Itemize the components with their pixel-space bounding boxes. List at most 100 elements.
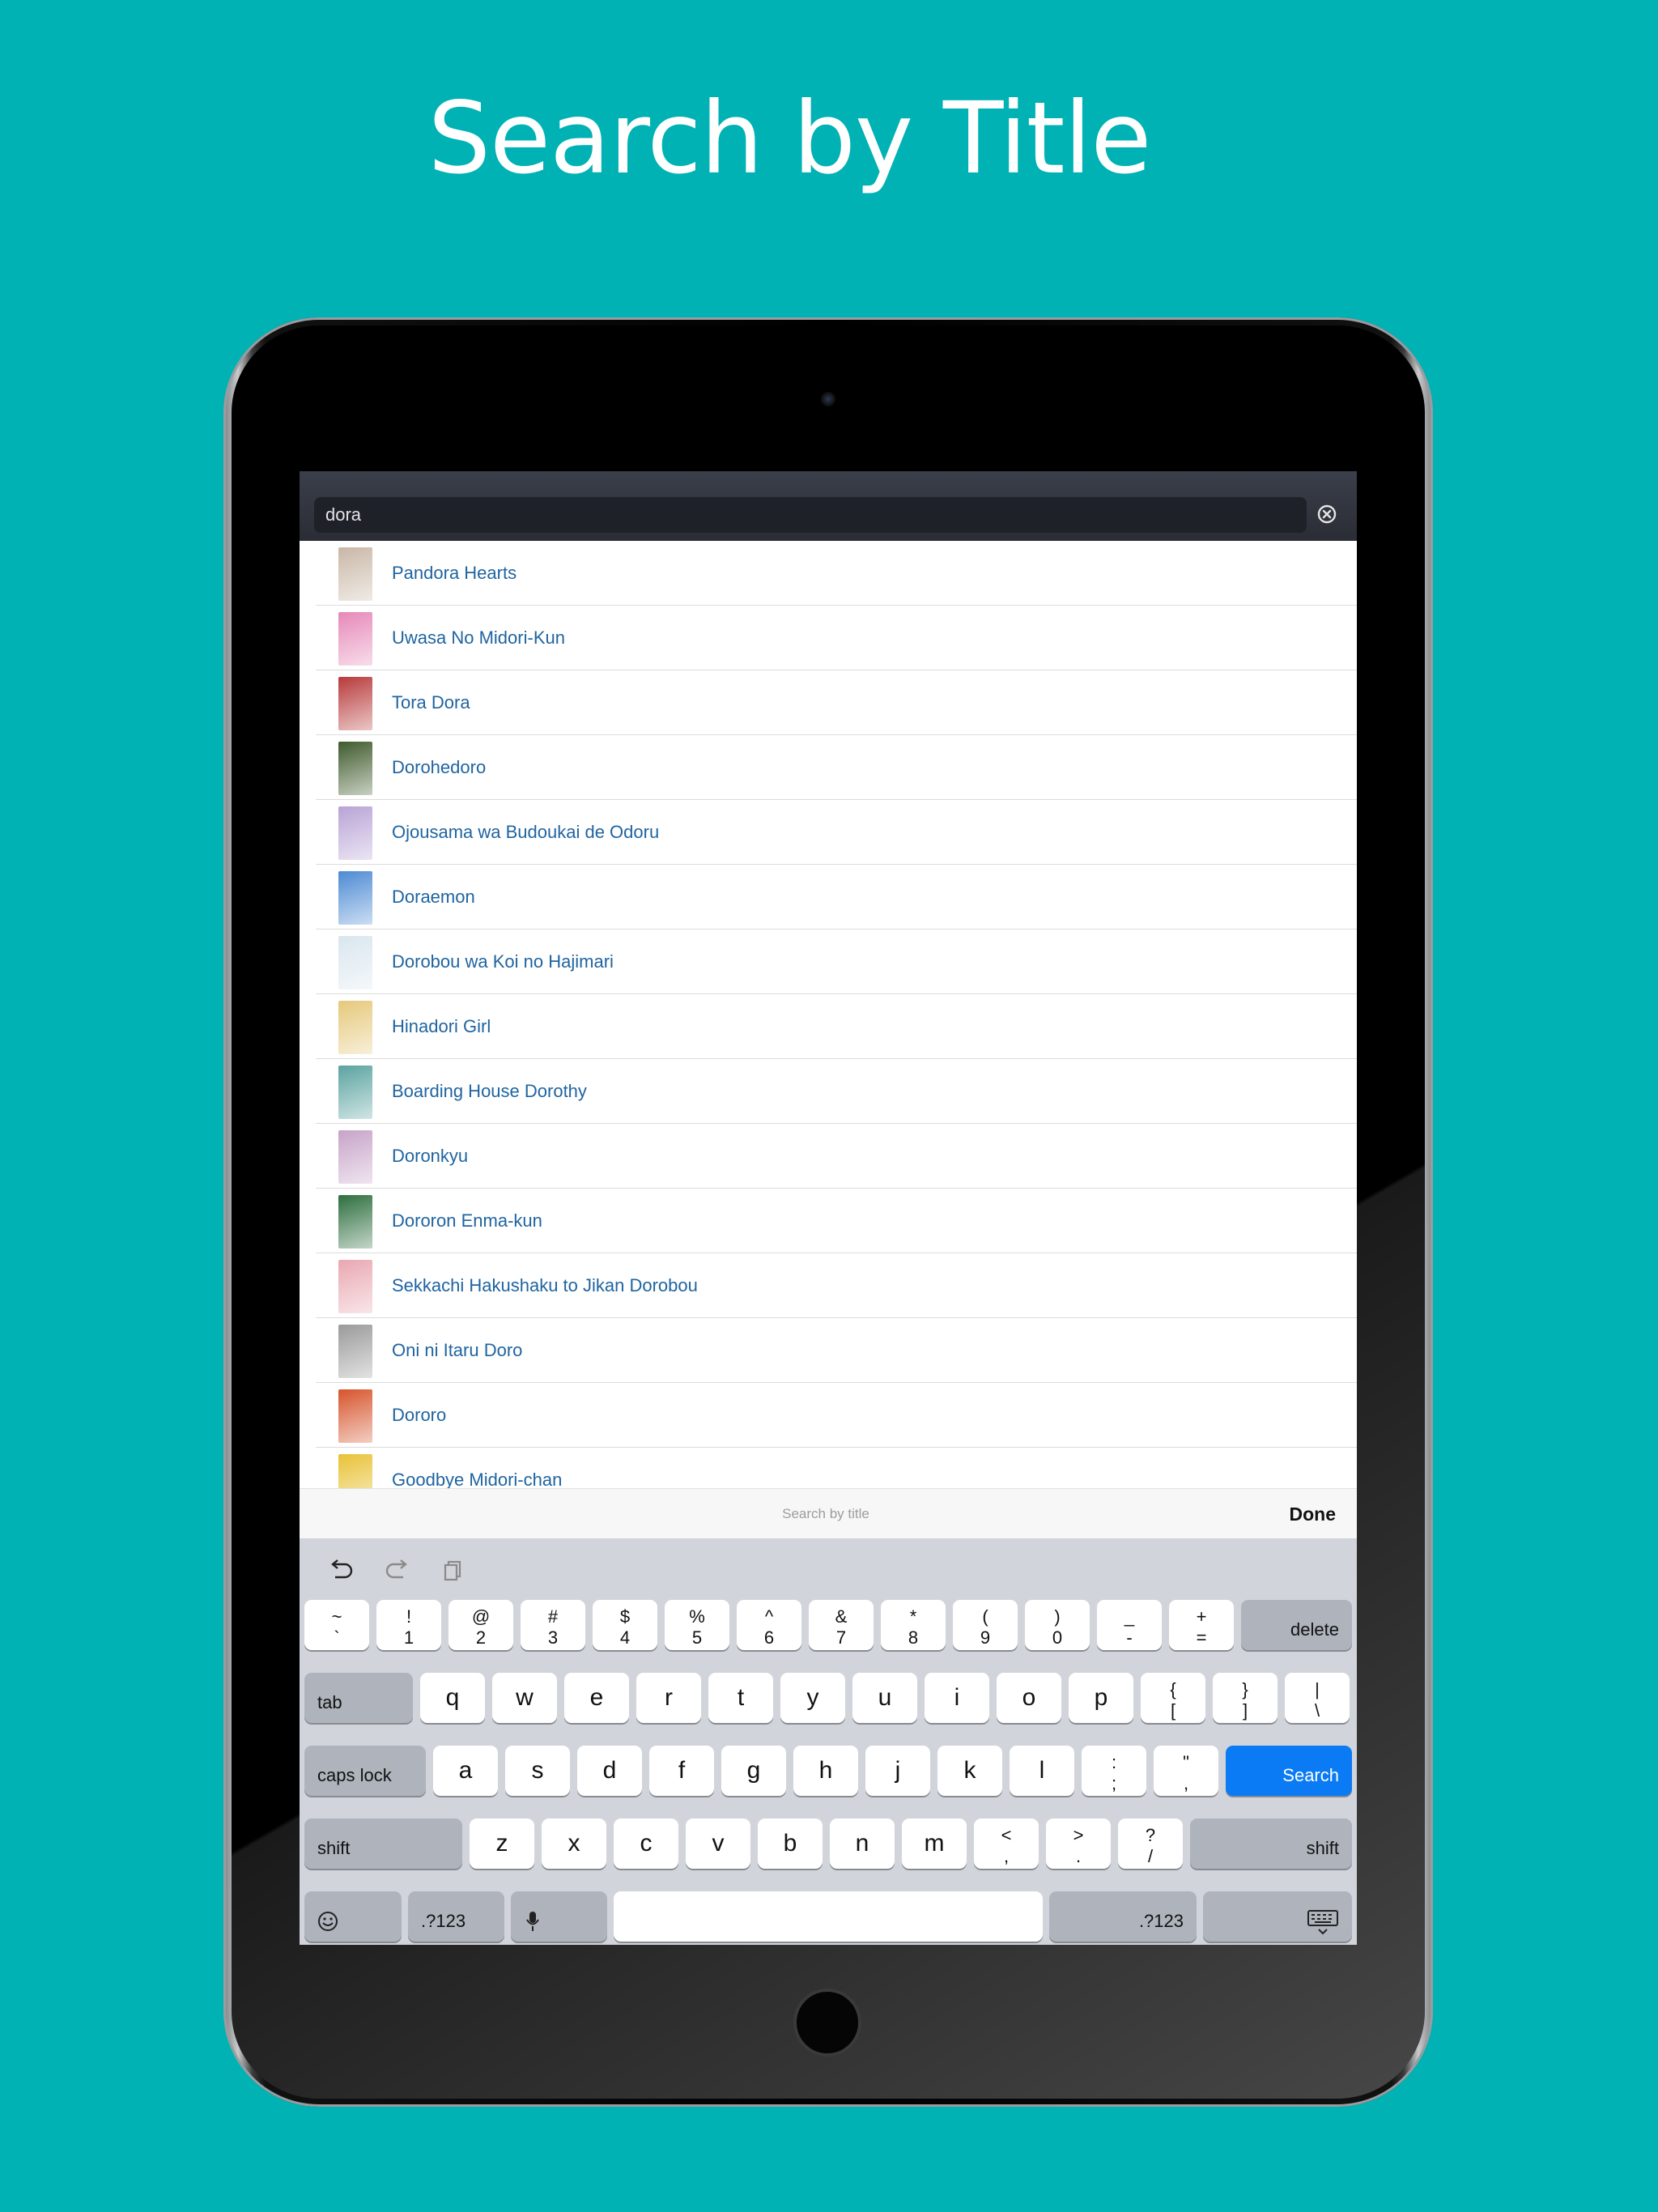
result-row[interactable]: Oni ni Itaru Doro [316,1318,1357,1383]
result-row[interactable]: Doronkyu [316,1124,1357,1189]
key-e[interactable]: e [564,1673,629,1723]
cover-thumbnail [338,806,372,860]
tab-key[interactable]: tab [304,1673,413,1723]
key-f[interactable]: f [649,1746,714,1796]
key-symbol[interactable]: ^ 6 [737,1600,801,1650]
result-row[interactable]: Boarding House Dorothy [316,1059,1357,1124]
cover-thumbnail [338,677,372,730]
result-title: Dorobou wa Koi no Hajimari [392,951,614,972]
key-z[interactable]: z [470,1819,534,1869]
cover-thumbnail [338,871,372,925]
key-c[interactable]: c [614,1819,678,1869]
emoji-key[interactable] [304,1891,402,1942]
page-headline: Search by Title [427,81,1152,196]
result-row[interactable]: Pandora Hearts [316,541,1357,606]
key-a[interactable]: a [433,1746,498,1796]
cover-thumbnail [338,547,372,601]
key-symbol[interactable]: ! 1 [376,1600,441,1650]
result-title: Sekkachi Hakushaku to Jikan Dorobou [392,1275,698,1295]
hide-keyboard-key[interactable] [1203,1891,1352,1942]
key-symbol[interactable]: @2 [449,1600,513,1650]
key-symbol[interactable]: | \ [1285,1673,1350,1723]
result-row[interactable]: Ojousama wa Budoukai de Odoru [316,800,1357,865]
redo-icon[interactable] [384,1558,411,1582]
key-symbol[interactable]: ", [1154,1746,1218,1796]
key-m[interactable]: m [902,1819,967,1869]
result-title: Dororo [392,1405,447,1425]
key-symbol[interactable]: _ - [1097,1600,1162,1650]
key-symbol[interactable]: :; [1082,1746,1146,1796]
key-symbol[interactable]: <, [974,1819,1039,1869]
key-i[interactable]: i [925,1673,989,1723]
key-symbol[interactable]: ? / [1118,1819,1183,1869]
cover-thumbnail [338,1389,372,1443]
app-screen: dora Pandora Hearts Uwasa No Midori-Kun To… [300,471,1357,1945]
key-symbol[interactable]: }] [1213,1673,1278,1723]
result-row[interactable]: Uwasa No Midori-Kun [316,606,1357,670]
key-symbol[interactable]: {[ [1141,1673,1205,1723]
key-symbol[interactable]: % 5 [665,1600,729,1650]
key-g[interactable]: g [721,1746,786,1796]
result-title: Doraemon [392,887,475,907]
key-q[interactable]: q [420,1673,485,1723]
result-row[interactable]: Tora Dora [316,670,1357,735]
result-title: Uwasa No Midori-Kun [392,627,565,648]
result-row[interactable]: Dorobou wa Koi no Hajimari [316,929,1357,994]
key-k[interactable]: k [937,1746,1002,1796]
undo-icon[interactable] [327,1558,355,1582]
keyboard-accessory-bar: Search by title Done [300,1488,1357,1539]
key-p[interactable]: p [1069,1673,1133,1723]
search-input[interactable]: dora [314,497,1307,533]
clear-search-icon[interactable] [1316,504,1337,525]
key-symbol[interactable]: $4 [593,1600,657,1650]
space-bar[interactable] [614,1891,1043,1942]
key-b[interactable]: b [758,1819,823,1869]
done-button[interactable]: Done [1290,1489,1337,1539]
result-row[interactable]: Doraemon [316,865,1357,929]
key-v[interactable]: v [686,1819,750,1869]
key-d[interactable]: d [577,1746,642,1796]
delete-key[interactable]: delete [1241,1600,1352,1650]
numbers-key-right[interactable]: .?123 [1049,1891,1197,1942]
key-r[interactable]: r [636,1673,701,1723]
dictation-key[interactable] [511,1891,607,1942]
key-y[interactable]: y [780,1673,845,1723]
key-symbol[interactable]: + = [1169,1600,1234,1650]
key-w[interactable]: w [492,1673,557,1723]
result-title: Doronkyu [392,1146,469,1166]
paste-icon[interactable] [440,1558,468,1582]
result-row[interactable]: Dorohedoro [316,735,1357,800]
key-symbol[interactable]: & 7 [809,1600,874,1650]
key-symbol[interactable]: ) 0 [1025,1600,1090,1650]
key-s[interactable]: s [505,1746,570,1796]
cover-thumbnail [338,1195,372,1249]
key-symbol[interactable]: #3 [521,1600,585,1650]
cover-thumbnail [338,742,372,795]
result-row[interactable]: Dororon Enma-kun [316,1189,1357,1253]
caps-lock-key[interactable]: caps lock [304,1746,426,1796]
key-symbol[interactable]: (9 [953,1600,1018,1650]
cover-thumbnail [338,1260,372,1313]
result-row[interactable]: Sekkachi Hakushaku to Jikan Dorobou [316,1253,1357,1318]
key-n[interactable]: n [830,1819,895,1869]
key-h[interactable]: h [793,1746,858,1796]
keyboard-dismiss-icon [1307,1910,1338,1935]
key-symbol[interactable]: * 8 [881,1600,946,1650]
search-key[interactable]: Search [1226,1746,1352,1796]
key-t[interactable]: t [708,1673,773,1723]
key-j[interactable]: j [865,1746,930,1796]
result-title: Tora Dora [392,692,470,713]
key-x[interactable]: x [542,1819,606,1869]
key-l[interactable]: l [1010,1746,1074,1796]
key-symbol[interactable]: ~ ` [304,1600,369,1650]
key-symbol[interactable]: >. [1046,1819,1111,1869]
key-u[interactable]: u [852,1673,917,1723]
shift-left-key[interactable]: shift [304,1819,462,1869]
result-title: Dorohedoro [392,757,487,777]
shift-right-key[interactable]: shift [1190,1819,1352,1869]
numbers-key-left[interactable]: .?123 [408,1891,504,1942]
result-row[interactable]: Hinadori Girl [316,994,1357,1059]
key-o[interactable]: o [997,1673,1061,1723]
home-button[interactable] [793,1989,861,2057]
result-row[interactable]: Dororo [316,1383,1357,1448]
